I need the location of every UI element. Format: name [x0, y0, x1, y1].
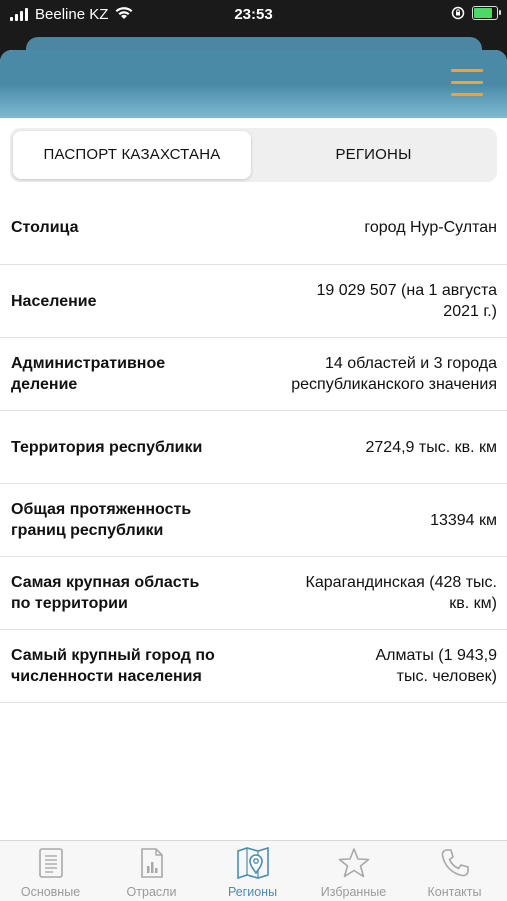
info-row: Самый крупный город по численности населе… [0, 630, 507, 703]
info-row-label-line: деление [11, 376, 78, 393]
info-row-label-line: Территория республики [11, 438, 203, 456]
map-pin-icon [236, 847, 269, 879]
hamburger-menu-icon[interactable] [451, 69, 483, 97]
info-row-label-line: Население [11, 292, 97, 310]
info-row-label-line: Административное [11, 355, 166, 372]
segment-regions[interactable]: РЕГИОНЫ [253, 131, 494, 179]
info-row-label: Самая крупная область по территории [11, 557, 241, 629]
info-row-label-line: по территории [11, 595, 128, 612]
info-row: Территория республики 2724,9 тыс. кв. км [0, 411, 507, 484]
phone-icon [441, 849, 469, 877]
tab-label: Контакты [427, 885, 482, 899]
clock: 23:53 [234, 6, 273, 23]
info-row-value-line: 2021 г.) [443, 303, 497, 320]
info-row-value-line: Алматы (1 943,9 [375, 647, 497, 664]
segmented-control: ПАСПОРТ КАЗАХСТАНА РЕГИОНЫ [10, 128, 497, 182]
info-row-value-line: город Нур-Султан [364, 219, 497, 236]
info-row-label-line: Столица [11, 219, 79, 236]
info-row: Общая протяженность границ республики 1339… [0, 484, 507, 557]
info-row-value-line: республиканского значения [291, 376, 497, 393]
info-row-value: Алматы (1 943,9 тыс. человек) [247, 630, 497, 702]
info-row-label: Самый крупный город по численности населе… [11, 630, 241, 702]
info-row-value: 14 областей и 3 города республиканского з… [247, 338, 497, 410]
info-row-label-line: Самая крупная область [11, 574, 200, 591]
info-row-value-line: 14 областей и 3 города [324, 355, 497, 372]
info-row-value: Карагандинская (428 тыс. кв. км) [247, 557, 497, 629]
battery-icon [472, 6, 501, 20]
info-row-label: Столица [11, 191, 241, 264]
chart-document-icon [140, 848, 163, 878]
info-row-value-line: 13394 км [430, 511, 497, 529]
star-icon [338, 848, 369, 878]
tab-industries[interactable]: Отрасли [101, 841, 202, 901]
tab-label: Избранные [320, 885, 387, 899]
info-row-label-line: границ республики [11, 522, 164, 539]
tab-bar: Основные Отрасли Регионы Избранные Конта… [0, 840, 507, 901]
info-row-value-line: 2724,9 тыс. кв. км [365, 438, 498, 456]
tab-regions[interactable]: Регионы [202, 841, 303, 901]
tab-label: Регионы [227, 885, 278, 899]
info-row-value-line: кв. км) [449, 595, 497, 612]
info-row: Самая крупная область по территории Карага… [0, 557, 507, 630]
tab-label: Основные [20, 885, 81, 899]
orientation-lock-icon [451, 6, 465, 20]
status-bar: Beeline KZ 23:53 [0, 0, 507, 30]
info-row-value: город Нур-Султан [247, 191, 497, 264]
info-row-value: 2724,9 тыс. кв. км [247, 411, 498, 483]
info-row-label-line: Общая протяженность [11, 501, 192, 518]
document-icon [38, 848, 63, 878]
tab-favorites[interactable]: Избранные [303, 841, 404, 901]
tab-main[interactable]: Основные [0, 841, 101, 901]
info-row: Население 19 029 507 (на 1 августа 2021 г.… [0, 265, 507, 338]
info-row-label-line: Самый крупный город по [11, 647, 215, 664]
info-row-label: Территория республики [11, 411, 241, 483]
header-bar [0, 50, 507, 118]
info-row-value-line: тыс. человек) [396, 668, 497, 685]
info-row-label: Административное деление [11, 338, 241, 410]
info-row-value-line: Карагандинская (428 тыс. [305, 574, 497, 591]
info-row-value: 19 029 507 (на 1 августа 2021 г.) [247, 265, 497, 337]
info-row-value: 13394 км [247, 484, 497, 556]
main-sheet: ПАСПОРТ КАЗАХСТАНА РЕГИОНЫ Столица город … [0, 50, 507, 900]
info-row-value-line: 19 029 507 (на 1 августа [316, 282, 497, 299]
info-row: Столица город Нур-Султан [0, 191, 507, 265]
info-row-label-line: численности населения [11, 668, 202, 685]
info-list: Столица город Нур-Султан Население 19 029 5… [0, 191, 507, 703]
info-row-label: Население [11, 265, 241, 337]
tab-label: Отрасли [126, 885, 177, 899]
segment-passport[interactable]: ПАСПОРТ КАЗАХСТАНА [13, 131, 251, 179]
tab-contacts[interactable]: Контакты [404, 841, 505, 901]
info-row-label: Общая протяженность границ республики [11, 484, 241, 556]
info-row: Административное деление 14 областей и 3 г… [0, 338, 507, 411]
